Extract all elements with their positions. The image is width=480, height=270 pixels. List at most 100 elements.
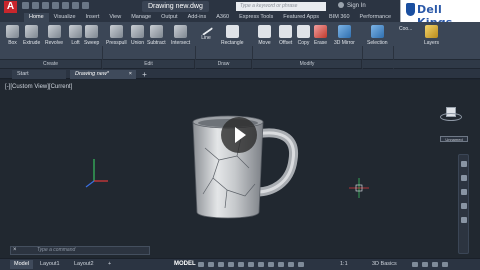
lineweight-icon[interactable] <box>268 262 274 267</box>
layers-icon <box>425 25 438 38</box>
intersect-button[interactable]: Intersect <box>171 25 190 46</box>
presspull-icon <box>109 25 123 38</box>
document-title: Drawing new.dwg <box>142 1 209 12</box>
zoom-icon[interactable] <box>461 189 467 195</box>
model-space-button[interactable]: MODEL <box>174 260 196 269</box>
copy-button[interactable]: Copy <box>297 25 310 46</box>
polar-icon[interactable] <box>228 262 234 267</box>
selection-button[interactable]: Selection <box>367 25 388 46</box>
close-icon[interactable]: × <box>13 247 17 254</box>
layers-button[interactable]: Layers <box>424 25 439 46</box>
tab-express-tools[interactable]: Express Tools <box>234 13 278 22</box>
sign-in-button[interactable]: Sign In <box>338 2 366 11</box>
panel-create[interactable]: Create <box>0 60 102 68</box>
open-icon[interactable] <box>32 2 39 9</box>
tab-manage[interactable]: Manage <box>126 13 156 22</box>
gizmo-icon[interactable] <box>298 262 304 267</box>
named-view-dropdown[interactable]: Unnamed <box>440 136 468 142</box>
tab-drawing-new[interactable]: Drawing new* × <box>70 70 136 79</box>
save-icon[interactable] <box>42 2 49 9</box>
workspace-switcher[interactable]: 3D Basics <box>372 260 397 269</box>
extrude-button[interactable]: Extrude <box>23 25 40 46</box>
ribbon-tabs: Home Visualize Insert View Manage Output… <box>0 13 400 22</box>
tab-add-ins[interactable]: Add-ins <box>183 13 212 22</box>
panel-modify[interactable]: Modify <box>253 60 362 68</box>
quick-access-toolbar <box>22 2 89 9</box>
tab-output[interactable]: Output <box>156 13 183 22</box>
tab-model[interactable]: Model <box>10 260 33 269</box>
command-line[interactable]: × Type a command <box>10 246 150 255</box>
isolate-objects-icon[interactable] <box>412 262 418 267</box>
3d-mirror-button[interactable]: 3D Mirror <box>334 25 355 46</box>
status-tray <box>412 262 448 267</box>
hardware-acceleration-icon[interactable] <box>422 262 428 267</box>
erase-button[interactable]: Erase <box>314 25 327 46</box>
sweep-button[interactable]: Sweep <box>84 25 99 46</box>
3d-osnap-icon[interactable] <box>258 262 264 267</box>
subtract-icon <box>149 25 163 38</box>
redo-icon[interactable] <box>82 2 89 9</box>
tab-layout1[interactable]: Layout1 <box>36 260 64 269</box>
grid-icon[interactable] <box>198 262 204 267</box>
file-tabs: Start Drawing new* × + <box>0 69 480 79</box>
copy-icon <box>297 25 310 38</box>
clean-screen-icon[interactable] <box>432 262 438 267</box>
rectangle-icon <box>225 25 239 38</box>
selection-cycling-icon[interactable] <box>288 262 294 267</box>
tab-featured-apps[interactable]: Featured Apps <box>278 13 324 22</box>
box-button[interactable]: Box <box>6 25 19 46</box>
pan-icon[interactable] <box>461 175 467 181</box>
compass-ring[interactable] <box>440 113 462 121</box>
union-button[interactable]: Union <box>131 25 144 46</box>
search-input[interactable]: Type a keyword or phrase <box>236 2 326 11</box>
transparency-icon[interactable] <box>278 262 284 267</box>
loft-button[interactable]: Loft <box>69 25 82 46</box>
add-layout-button[interactable]: + <box>104 260 115 269</box>
erase-icon <box>314 25 328 38</box>
offset-button[interactable]: Offset <box>279 25 292 46</box>
tab-visualize[interactable]: Visualize <box>49 13 81 22</box>
line-button[interactable]: Line <box>198 22 214 41</box>
tab-bim-360[interactable]: BIM 360 <box>324 13 354 22</box>
panel-edit[interactable]: Edit <box>103 60 195 68</box>
save-as-icon[interactable] <box>52 2 59 9</box>
presspull-button[interactable]: Presspull <box>106 25 127 46</box>
snap-icon[interactable] <box>208 262 214 267</box>
tab-start[interactable]: Start <box>12 70 66 79</box>
tab-layout2[interactable]: Layout2 <box>70 260 98 269</box>
navigation-bar <box>458 154 469 254</box>
new-tab-button[interactable]: + <box>140 70 149 79</box>
rectangle-button[interactable]: Rectangle <box>221 25 244 46</box>
tab-view[interactable]: View <box>104 13 126 22</box>
ucs-icon <box>85 159 108 188</box>
orbit-icon[interactable] <box>461 203 467 209</box>
offset-icon <box>279 25 293 38</box>
customization-icon[interactable] <box>442 262 448 267</box>
print-icon[interactable] <box>62 2 69 9</box>
new-icon[interactable] <box>22 2 29 9</box>
subtract-button[interactable]: Subtract <box>147 25 166 46</box>
ortho-icon[interactable] <box>218 262 224 267</box>
osnap-icon[interactable] <box>248 262 254 267</box>
viewcube[interactable] <box>440 105 462 123</box>
box-icon <box>6 25 19 38</box>
viewport-controls-label[interactable]: [-][Custom View][Current] <box>5 84 72 90</box>
move-button[interactable]: Move <box>258 25 271 46</box>
undo-icon[interactable] <box>72 2 79 9</box>
isodraft-icon[interactable] <box>238 262 244 267</box>
steering-wheel-icon[interactable] <box>461 161 467 167</box>
tab-home[interactable]: Home <box>24 13 49 22</box>
revolve-button[interactable]: Revolve <box>45 25 63 46</box>
drafting-toggles <box>198 262 304 267</box>
coordinates-button[interactable]: Coo... <box>399 26 412 32</box>
application-menu-button[interactable]: A <box>4 1 17 13</box>
panel-draw[interactable]: Draw <box>196 60 252 68</box>
annotation-scale[interactable]: 1:1 <box>340 260 348 269</box>
showmotion-icon[interactable] <box>461 217 467 223</box>
video-play-button[interactable] <box>221 117 257 153</box>
tab-performance[interactable]: Performance <box>355 13 397 22</box>
tab-a360[interactable]: A360 <box>211 13 234 22</box>
tab-insert[interactable]: Insert <box>81 13 105 22</box>
close-icon[interactable]: × <box>129 70 132 79</box>
command-input[interactable]: Type a command <box>37 247 75 254</box>
